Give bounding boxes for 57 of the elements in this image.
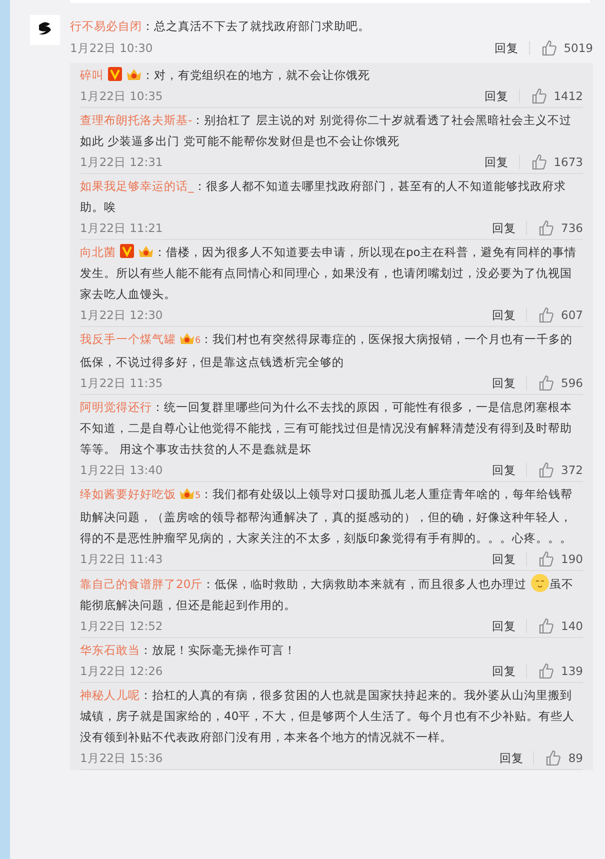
- reply-text: 碎叫 ：对，有党组织在的地方，就不会让你饿死: [80, 65, 371, 84]
- thumbs-up-icon[interactable]: [537, 306, 556, 324]
- like-count: 736: [561, 221, 583, 235]
- comment-text: 行不易必自闭：总之真活不下去了就找政府部门求助吧。: [70, 18, 371, 35]
- reply-link[interactable]: 回复: [494, 40, 519, 56]
- reply-link[interactable]: 回复: [499, 750, 524, 766]
- reply-link[interactable]: 回复: [484, 154, 509, 170]
- timestamp: 1月22日 12:31: [80, 154, 164, 170]
- like-count: 1412: [554, 89, 583, 103]
- reply-link[interactable]: 回复: [492, 220, 516, 236]
- timestamp: 1月22日 12:26: [80, 664, 164, 678]
- reply-link[interactable]: 回复: [492, 462, 516, 478]
- timestamp: 1月22日 11:43: [80, 552, 164, 566]
- vip-rank: 6: [195, 336, 201, 346]
- like-count: 5019: [564, 41, 593, 55]
- thumbs-up-icon[interactable]: [537, 617, 556, 635]
- timestamp: 1月22日 12:30: [80, 308, 164, 322]
- thumbs-up-icon[interactable]: [537, 662, 556, 680]
- reply-text: 查理布朗托洛夫斯基-：别抬杠了 层主说的对 别觉得你二十岁就看透了社会黑暗社会主义不过如此 少装逼多出门 党可能不能帮你发财但是也不会让你饿死: [80, 112, 572, 150]
- timestamp: 1月22日 10:35: [80, 88, 164, 104]
- like-count: 190: [561, 552, 583, 566]
- like-count: 607: [561, 308, 583, 322]
- reply-text: 绎如酱要好好吃饭 5：我们都有处级以上领导对口援助孤儿老人重症青年啥的，每年给钱帮助解决问题，（盖房啥的领导都帮沟通解决了，真的挺感动的），但的确，好像这种年轻人，得的不是恶性肿瘤罕见病的，大家关注的不太多，刻版印象觉得有手有脚的。。。心疼。。。: [80, 484, 574, 547]
- timestamp: 1月22日 10:30: [70, 40, 154, 56]
- thumbs-up-icon[interactable]: [537, 550, 556, 568]
- like-count: 1673: [554, 155, 583, 169]
- reply-text: 阿明觉得还行：统一回复群里哪些问为什么不去找的原因，可能性有很多，一是信息闭塞根本不知道，二是自尊心让他觉得不能找，三有可能找过但是情况没有解释清楚没有得到及时帮助等等。 用这个事攻击扶贫的人不是蠢就是坏: [80, 399, 573, 458]
- reply-text: 我反手一个煤气罐 6：我们村也有突然得尿毒症的，医保报大病报销，一个月也有一千多的低保，不说过得多好，但是靠这点钱透析完全够的: [80, 329, 574, 371]
- like-count: 372: [561, 463, 583, 477]
- thumbs-up-icon[interactable]: [537, 374, 556, 392]
- like-count: 139: [561, 664, 583, 678]
- timestamp: 1月22日 12:52: [80, 618, 164, 634]
- thumbs-up-icon[interactable]: [537, 461, 556, 479]
- reply-text: 如果我足够幸运的话_：很多人都不知道去哪里找政府部门，甚至有的人不知道能够找政府求助。唉: [80, 178, 567, 216]
- reply-link[interactable]: 回复: [492, 376, 516, 390]
- timestamp: 1月22日 11:35: [80, 376, 164, 390]
- vip-rank: 5: [195, 491, 201, 501]
- reply-link[interactable]: 回复: [492, 308, 516, 322]
- thumbs-up-icon[interactable]: [530, 87, 548, 105]
- reply-link[interactable]: 回复: [492, 552, 516, 566]
- reply-text: 华东石敢当：放屁！实际毫无操作可言！: [80, 642, 297, 659]
- reply-text: 神秘人儿呢：抬杠的人真的有病，很多贫困的人也就是国家扶持起来的。我外婆从山沟里搬到城镇，房子就是国家给的，40平，不大，但是够两个人生活了。每个月也有不少补贴。有些人没有领到补贴不代表政府部门没有用，本来各个地方的情况就不一样。: [80, 687, 576, 746]
- thumbs-up-icon[interactable]: [544, 749, 562, 767]
- like-count: 140: [561, 619, 583, 633]
- like-count: 89: [568, 751, 583, 765]
- reply-link[interactable]: 回复: [492, 664, 516, 678]
- reply-link[interactable]: 回复: [492, 618, 516, 634]
- timestamp: 1月22日 13:40: [80, 462, 164, 478]
- thumbs-up-icon[interactable]: [530, 153, 548, 171]
- timestamp: 1月22日 15:36: [80, 750, 164, 766]
- reply-link[interactable]: 回复: [484, 88, 509, 104]
- thumbs-up-icon[interactable]: [540, 39, 558, 57]
- like-count: 596: [561, 376, 583, 390]
- reply-text: 向北菌 ：借楼，因为很多人不知道要去申请，所以现在po主在科普，避免有同样的事情发生。所以有些人能不能有点同情心和同理心，如果没有，也请闭嘴划过，没必要为了仇视国家去吃人血馒头。: [80, 242, 578, 303]
- timestamp: 1月22日 11:21: [80, 220, 164, 236]
- reply-text: 靠自己的食谱胖了20斤：低保，临时救助，大病救助本来就有，而且很多人也办理过 虽不能彻底解决问题，但还是能起到作用的。: [80, 573, 583, 616]
- thumbs-up-icon[interactable]: [537, 219, 556, 237]
